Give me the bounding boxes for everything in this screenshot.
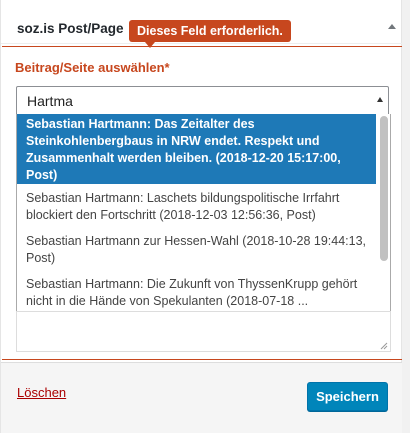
dropdown-option[interactable]: Sebastian Hartmann: Das Zeitalter des St… <box>17 114 376 184</box>
dropdown-option[interactable]: Sebastian Hartmann: Laschets bildungspol… <box>17 188 376 226</box>
text-area[interactable] <box>16 311 391 352</box>
field-label: Beitrag/Seite auswählen* <box>15 60 170 75</box>
dropdown-option[interactable]: Sebastian Hartmann zur Hessen-Wahl (2018… <box>17 231 376 269</box>
right-gutter <box>402 0 410 433</box>
dropdown-results: Sebastian Hartmann: Das Zeitalter des St… <box>16 114 391 312</box>
tooltip-tail <box>145 42 155 48</box>
required-field-tooltip: Dieses Feld erforderlich. <box>129 20 291 42</box>
save-button[interactable]: Speichern <box>307 382 388 411</box>
dropdown-option[interactable]: Sebastian Hartmann: Die Zukunft von Thys… <box>17 274 376 311</box>
caret-up-icon[interactable] <box>377 97 383 102</box>
delete-link[interactable]: Löschen <box>17 385 66 400</box>
post-search-input[interactable]: Hartma <box>16 86 389 116</box>
search-input-value: Hartma <box>27 93 73 109</box>
widget-title: soz.is Post/Page <box>17 21 124 36</box>
resize-handle-icon[interactable] <box>380 342 388 350</box>
collapse-arrow-icon[interactable] <box>388 24 396 29</box>
dropdown-scrollbar[interactable] <box>380 116 388 261</box>
